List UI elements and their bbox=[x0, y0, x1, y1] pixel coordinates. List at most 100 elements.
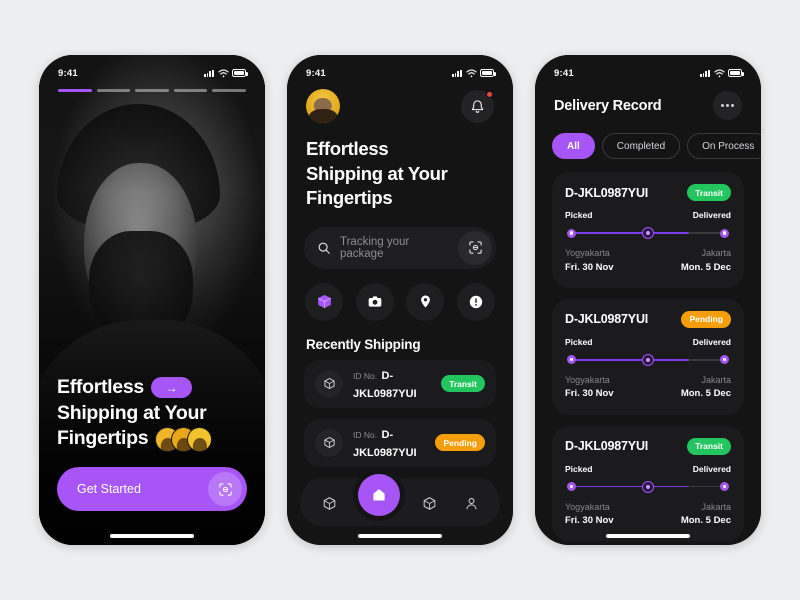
track-line-2 bbox=[654, 485, 720, 488]
card-footer: Yogyakarta Fri. 30 Nov Jakarta Mon. 5 De… bbox=[565, 247, 731, 275]
home-indicator bbox=[110, 534, 194, 538]
map-pin-icon bbox=[420, 295, 430, 308]
progress-segment-2[interactable] bbox=[96, 89, 131, 93]
scan-icon[interactable] bbox=[458, 230, 492, 265]
signal-icon bbox=[203, 69, 214, 77]
box-outline-icon bbox=[315, 369, 343, 398]
track-line-1 bbox=[576, 232, 642, 234]
nav-packages-button[interactable] bbox=[416, 490, 442, 516]
list-item-key: ID No. bbox=[353, 429, 378, 440]
location-action-button[interactable] bbox=[406, 282, 445, 321]
wifi-icon bbox=[217, 68, 229, 77]
destination: Jakarta Mon. 5 Dec bbox=[681, 501, 731, 529]
search-bar[interactable]: Tracking your package bbox=[304, 226, 496, 269]
start-label: Picked bbox=[565, 210, 593, 220]
avatar bbox=[187, 426, 213, 452]
battery-icon bbox=[728, 69, 744, 77]
tab-all[interactable]: All bbox=[552, 133, 595, 159]
info-action-button[interactable] bbox=[456, 282, 495, 321]
box-outline-icon bbox=[423, 496, 435, 510]
battery-icon bbox=[232, 69, 248, 77]
progress-segment-4[interactable] bbox=[173, 89, 208, 93]
destination-city: Jakarta bbox=[701, 248, 731, 258]
track-node-start bbox=[567, 228, 576, 238]
delivery-card[interactable]: D-JKL0987YUI Transit Picked Delivered Yo… bbox=[552, 172, 744, 288]
tab-on-process[interactable]: On Process bbox=[687, 133, 761, 159]
end-label: Delivered bbox=[692, 463, 731, 474]
list-item[interactable]: ID No. D-JKL0987YUI Pending bbox=[304, 418, 496, 467]
list-item-text: ID No. D-JKL0987YUI bbox=[353, 425, 425, 461]
track-line-2 bbox=[654, 358, 720, 361]
origin-city: Yogyakarta bbox=[565, 248, 610, 258]
status-icons bbox=[203, 68, 248, 78]
home-headline: Effortless Shipping at Your Fingertips bbox=[287, 123, 513, 211]
progress-segment-1[interactable] bbox=[58, 89, 92, 93]
onboarding-progress[interactable] bbox=[58, 89, 246, 93]
delivery-card[interactable]: D-JKL0987YUI Pending Picked Delivered Yo… bbox=[552, 298, 744, 415]
progress-segment-5[interactable] bbox=[212, 89, 246, 93]
scan-action-button[interactable] bbox=[355, 282, 394, 321]
onboarding-bottom: Effortless → Shipping at Your Fingertips bbox=[39, 375, 265, 545]
status-badge: Transit bbox=[687, 437, 731, 455]
progress-track bbox=[567, 353, 729, 366]
track-labels: Picked Delivered bbox=[565, 464, 731, 474]
status-time: 9:41 bbox=[554, 67, 574, 79]
next-arrow-button[interactable]: → bbox=[150, 377, 192, 399]
page-title: Delivery Record bbox=[554, 97, 662, 114]
track-node-end bbox=[720, 355, 729, 365]
home-icon bbox=[373, 489, 385, 501]
origin: Yogyakarta Fri. 30 Nov bbox=[565, 501, 614, 529]
status-time: 9:41 bbox=[306, 67, 326, 79]
user-avatar[interactable] bbox=[306, 89, 340, 123]
person-icon bbox=[465, 497, 477, 509]
package-action-button[interactable] bbox=[305, 282, 343, 321]
box-outline-icon bbox=[315, 428, 343, 457]
track-line-1 bbox=[576, 485, 642, 488]
status-bar: 9:41 bbox=[287, 55, 513, 85]
list-item-key: ID No. bbox=[353, 370, 378, 381]
nav-home-button[interactable] bbox=[358, 474, 400, 516]
scan-icon[interactable] bbox=[208, 472, 242, 506]
track-node-end bbox=[720, 482, 729, 491]
notifications-button[interactable] bbox=[461, 89, 494, 123]
shipment-id: D-JKL0987YUI bbox=[565, 312, 649, 327]
track-line-2 bbox=[654, 232, 720, 234]
start-label: Picked bbox=[565, 463, 593, 474]
delivery-card[interactable]: D-JKL0987YUI Transit Picked Delivered Yo… bbox=[552, 425, 744, 542]
filter-tabs: All Completed On Process bbox=[535, 120, 761, 159]
quick-actions bbox=[287, 269, 513, 321]
nav-profile-button[interactable] bbox=[458, 490, 484, 516]
destination: Jakarta Mon. 5 Dec bbox=[681, 247, 731, 275]
track-node-end bbox=[720, 228, 729, 238]
list-item[interactable]: ID No. D-JKL0987YUI Transit bbox=[304, 359, 496, 408]
status-icons bbox=[699, 68, 744, 78]
camera-icon bbox=[368, 296, 381, 307]
arrow-right-icon: → bbox=[165, 380, 178, 395]
start-label: Picked bbox=[565, 336, 593, 347]
avatar-group bbox=[155, 426, 213, 452]
wifi-icon bbox=[465, 68, 477, 77]
onboarding-screen: 9:41 Effortless → Shipping at Your Finge… bbox=[39, 55, 265, 545]
bell-icon bbox=[471, 99, 484, 113]
status-bar: 9:41 bbox=[39, 55, 265, 85]
destination-date: Mon. 5 Dec bbox=[680, 261, 731, 273]
status-bar: 9:41 bbox=[535, 55, 761, 85]
card-header: D-JKL0987YUI Pending bbox=[565, 310, 731, 328]
home-screen: 9:41 Effortless Shipping at Your Fingert… bbox=[287, 55, 513, 545]
more-horizontal-icon[interactable] bbox=[713, 91, 742, 120]
track-node-transit-icon bbox=[642, 480, 654, 493]
headline-row-1: Effortless → bbox=[57, 375, 247, 401]
signal-icon bbox=[699, 69, 710, 77]
home-header bbox=[287, 85, 513, 123]
origin-city: Yogyakarta bbox=[565, 374, 610, 385]
search-input[interactable]: Tracking your package bbox=[340, 236, 449, 260]
card-header: D-JKL0987YUI Transit bbox=[565, 437, 731, 455]
get-started-button[interactable]: Get Started bbox=[57, 467, 247, 511]
onboarding-headline: Effortless → Shipping at Your Fingertips bbox=[57, 375, 247, 452]
progress-segment-3[interactable] bbox=[135, 89, 169, 93]
destination: Jakarta Mon. 5 Dec bbox=[681, 374, 731, 402]
origin-date: Fri. 30 Nov bbox=[565, 515, 614, 526]
tab-completed[interactable]: Completed bbox=[601, 133, 681, 159]
nav-explore-button[interactable] bbox=[316, 490, 342, 516]
status-badge: Transit bbox=[687, 184, 731, 201]
